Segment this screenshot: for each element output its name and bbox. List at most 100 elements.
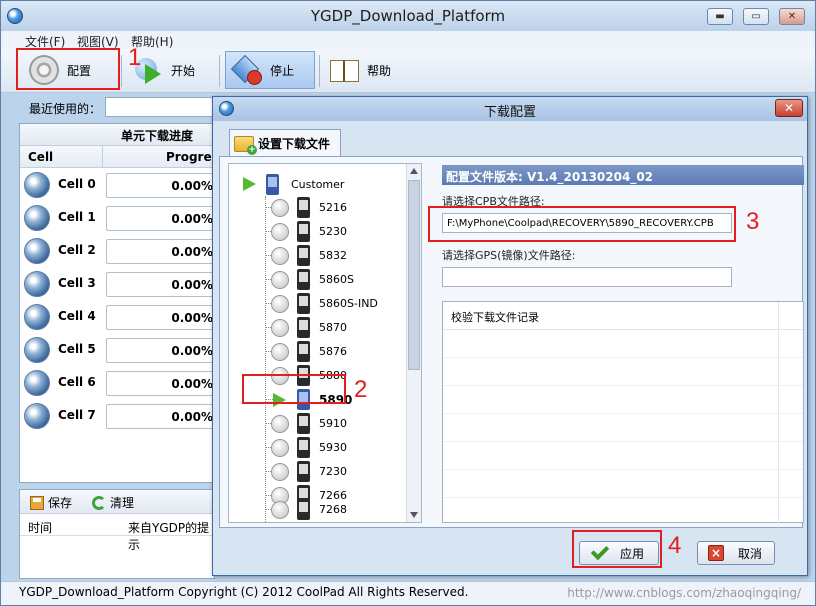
tree-item-label: 5860S-IND [319, 297, 378, 310]
toolbar-separator [219, 55, 220, 87]
tree-item-label: 7230 [319, 465, 347, 478]
scroll-down-arrow-icon[interactable] [410, 512, 418, 518]
gps-path-label: 请选择GPS(镜像)文件路径: [442, 249, 576, 262]
tree-item[interactable]: 5832 [237, 244, 407, 268]
status-circle-icon [271, 343, 289, 361]
gps-path-input[interactable] [442, 267, 732, 287]
tab-label: 设置下载文件 [258, 137, 331, 151]
tab-download-files[interactable]: 设置下载文件 [229, 129, 341, 157]
toolbar: 配置 开始 停止 帮助 [1, 49, 815, 93]
phone-icon [297, 197, 310, 218]
cell-row[interactable]: Cell 0 0.00% [20, 168, 218, 201]
scroll-up-arrow-icon[interactable] [410, 168, 418, 174]
save-log-button[interactable]: 保存 [30, 494, 72, 511]
cell-progress-panel: 单元下载进度 Cell Progre Cell 0 0.00% Cell 1 0… [19, 123, 218, 483]
stop-label: 停止 [270, 63, 295, 78]
annotation-box-4 [572, 530, 662, 568]
status-bar: YGDP_Download_Platform Copyright (C) 201… [1, 581, 815, 605]
dialog-title-bar: 下载配置 ✕ [213, 97, 807, 121]
phone-icon [297, 221, 310, 242]
tree-item[interactable]: 5910 [237, 412, 407, 436]
tree-item[interactable]: 5860S-IND [237, 292, 407, 316]
column-time: 时间 [28, 521, 53, 535]
list-item [443, 358, 803, 386]
tree-item[interactable]: 5230 [237, 220, 407, 244]
list-item [443, 330, 803, 358]
status-circle-icon [271, 319, 289, 337]
globe-icon [24, 403, 50, 429]
phone-model-tree: Customer 5216 5230 5832 5860S 5860S-IND … [228, 163, 422, 523]
cell-progress: 0.00% [106, 338, 218, 363]
status-circle-icon [271, 415, 289, 433]
annotation-box-3 [428, 206, 736, 242]
cell-name: Cell 0 [58, 177, 96, 191]
scroll-thumb[interactable] [408, 180, 420, 370]
cell-row[interactable]: Cell 6 0.00% [20, 366, 218, 399]
stop-button[interactable]: 停止 [225, 51, 315, 89]
log-panel: 保存 清理 时间 来自YGDP的提示 [19, 489, 215, 579]
help-button[interactable]: 帮助 [323, 51, 411, 89]
cell-name: Cell 2 [58, 243, 96, 257]
cell-row[interactable]: Cell 3 0.00% [20, 267, 218, 300]
globe-icon [24, 337, 50, 363]
annotation-number-1: 1 [128, 44, 142, 71]
toolbar-separator [319, 55, 320, 87]
annotation-number-4: 4 [668, 532, 682, 559]
save-icon [30, 495, 44, 510]
tree-item[interactable]: 7268 [237, 498, 407, 522]
tree-root-label: Customer [291, 177, 345, 191]
tree-item-label: 5832 [319, 249, 347, 262]
annotation-box-2 [242, 374, 346, 404]
cell-progress: 0.00% [106, 206, 218, 231]
cancel-button[interactable]: × 取消 [697, 541, 775, 565]
tree-item-label: 5230 [319, 225, 347, 238]
verify-log-title: 校验下载文件记录 [451, 311, 539, 324]
tree-item[interactable]: 5216 [237, 196, 407, 220]
cell-row[interactable]: Cell 7 0.00% [20, 399, 218, 432]
folder-add-icon [234, 135, 257, 155]
tree-item[interactable]: 5870 [237, 316, 407, 340]
annotation-box-1 [16, 48, 120, 90]
cancel-x-icon: × [708, 545, 724, 561]
minimize-button[interactable]: ▬ [707, 8, 733, 25]
status-circle-icon [271, 223, 289, 241]
help-label: 帮助 [367, 63, 392, 78]
tree-item[interactable]: 5930 [237, 436, 407, 460]
window-title: YGDP_Download_Platform [310, 7, 506, 25]
maximize-button[interactable]: ▭ [743, 8, 769, 25]
recent-combobox[interactable] [105, 97, 225, 117]
cell-row[interactable]: Cell 4 0.00% [20, 300, 218, 333]
start-label: 开始 [171, 63, 196, 78]
recent-row: 最近使用的： [19, 97, 225, 119]
tree-item[interactable]: 5876 [237, 340, 407, 364]
cell-row[interactable]: Cell 1 0.00% [20, 201, 218, 234]
clean-log-button[interactable]: 清理 [92, 494, 134, 511]
cell-row[interactable]: Cell 5 0.00% [20, 333, 218, 366]
globe-icon [24, 238, 50, 264]
tree-root[interactable]: Customer [237, 172, 344, 196]
cell-progress: 0.00% [106, 272, 218, 297]
recent-label: 最近使用的： [29, 102, 102, 116]
globe-icon [24, 205, 50, 231]
cell-progress: 0.00% [106, 371, 218, 396]
tree-item[interactable]: 5860S [237, 268, 407, 292]
save-label: 保存 [48, 496, 73, 510]
status-circle-icon [271, 501, 289, 519]
list-item [443, 386, 803, 414]
clean-label: 清理 [110, 496, 135, 510]
phone-icon [297, 269, 310, 290]
cell-name: Cell 1 [58, 210, 96, 224]
status-circle-icon [271, 271, 289, 289]
tree-scrollbar[interactable] [406, 164, 421, 522]
tree-item-label: 5860S [319, 273, 354, 286]
dialog-close-button[interactable]: ✕ [775, 99, 803, 117]
close-button[interactable]: ✕ [779, 8, 805, 25]
cell-progress: 0.00% [106, 305, 218, 330]
cell-row[interactable]: Cell 2 0.00% [20, 234, 218, 267]
tree-item[interactable]: 7230 [237, 460, 407, 484]
tree-item-label: 5216 [319, 201, 347, 214]
list-item [443, 470, 803, 498]
phone-icon [297, 413, 310, 434]
status-circle-icon [271, 463, 289, 481]
stop-icon [232, 55, 262, 85]
